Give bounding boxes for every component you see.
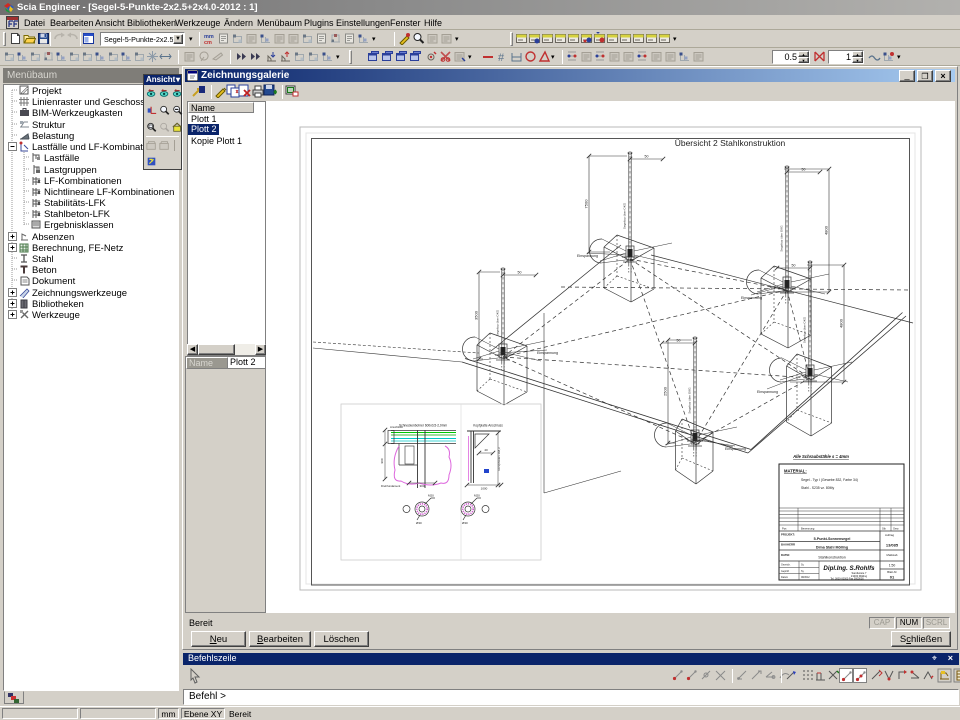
svg-text:50: 50 [518,271,522,275]
svg-text:Blatt-Nr: Blatt-Nr [887,570,897,574]
svg-text:Segeltop über OKG: Segeltop über OKG [780,225,784,252]
svg-text:1000: 1000 [481,487,488,491]
svg-text:PROJEKT:: PROJEKT: [781,533,795,537]
svg-text:Drehfundament: Drehfundament [381,484,401,488]
svg-text:Segeltop über OKG: Segeltop über OKG [803,316,807,343]
svg-text:#: # [498,52,505,63]
svg-text:Stahlkonstruktion: Stahlkonstruktion [818,556,846,560]
svg-text:Schneckenbohrer 600x0,5-2,0mm: Schneckenbohrer 600x0,5-2,0mm [399,424,447,428]
svg-text:5-Punkt-Sonnensegel: 5-Punkt-Sonnensegel [814,537,851,541]
svg-text:08/2012: 08/2012 [801,576,810,579]
svg-text:Rohrpfosten 168,3: Rohrpfosten 168,3 [497,447,501,470]
svg-text:Einspannung: Einspannung [741,296,762,300]
svg-text:Einspannung: Einspannung [725,447,746,451]
svg-text:Auftrag: Auftrag [885,533,894,537]
svg-text:Einspannung: Einspannung [757,390,778,394]
svg-text:2500: 2500 [663,386,668,396]
svg-text:50: 50 [645,155,649,159]
svg-text:Maßstab: Maßstab [887,553,898,557]
svg-text:Gezeich.: Gezeich. [781,564,791,567]
svg-text:Geprüft: Geprüft [781,570,789,573]
svg-text:Dipl.Ing. S.Rohlfs: Dipl.Ing. S.Rohlfs [823,565,875,572]
svg-text:Anschluss: Anschluss [390,425,403,429]
svg-text:MATERIAL:: MATERIAL: [784,469,807,474]
svg-text:40: 40 [484,448,488,452]
svg-text:4800: 4800 [839,318,844,328]
svg-text:M20: M20 [474,494,480,498]
svg-text:Pos: Pos [782,527,787,531]
svg-text:50: 50 [677,339,681,343]
svg-text:Einspannung: Einspannung [537,351,558,355]
svg-text:Segeltop über OKG: Segeltop über OKG [496,309,500,336]
svg-text:Segel - Typ I (Gewebe 832, F: Segel - Typ I (Gewebe 832, Farbe 34) [801,478,858,482]
svg-text:900: 900 [380,458,384,463]
svg-text:BAUHERR: BAUHERR [781,543,795,547]
svg-text:Kopfplatte Anschluss: Kopfplatte Anschluss [473,424,503,428]
svg-text:50: 50 [802,168,806,172]
svg-text:Übersicht 2 Stahlkonstruktion: Übersicht 2 Stahlkonstruktion [675,138,786,148]
svg-text:DATEI:: DATEI: [781,553,790,557]
svg-text:cm: cm [204,40,212,45]
svg-text:01: 01 [890,575,895,580]
svg-text:Datum: Datum [781,576,788,579]
svg-text:300: 300 [419,484,424,488]
svg-text:Gew.: Gew. [893,527,899,531]
svg-text:Alle Schraubstähle s = 4mm: Alle Schraubstähle s = 4mm [792,454,849,459]
svg-text:Tel. 0000-00000 Fax 0000000: Tel. 0000-00000 Fax 0000000 [830,578,864,581]
svg-text:Einspannung: Einspannung [577,254,598,258]
svg-text:4800: 4800 [824,225,829,235]
svg-text:Ø30: Ø30 [416,521,422,525]
svg-text:13/085: 13/085 [886,543,899,548]
svg-text:50: 50 [792,264,796,268]
svg-text:3500: 3500 [474,310,479,320]
svg-text:M20: M20 [428,494,434,498]
svg-text:7500: 7500 [584,199,589,209]
svg-text:Segeltop über OKG: Segeltop über OKG [623,202,627,229]
svg-text:Ø30: Ø30 [462,521,468,525]
svg-text:Benennung: Benennung [801,527,815,531]
svg-text:Stahl - S235 vz. 80My: Stahl - S235 vz. 80My [801,486,834,490]
svg-text:Dima Stahl Mölling: Dima Stahl Mölling [816,546,848,550]
svg-text:1:50: 1:50 [889,564,896,568]
svg-text:Segeltop über OKG: Segeltop über OKG [688,387,692,414]
